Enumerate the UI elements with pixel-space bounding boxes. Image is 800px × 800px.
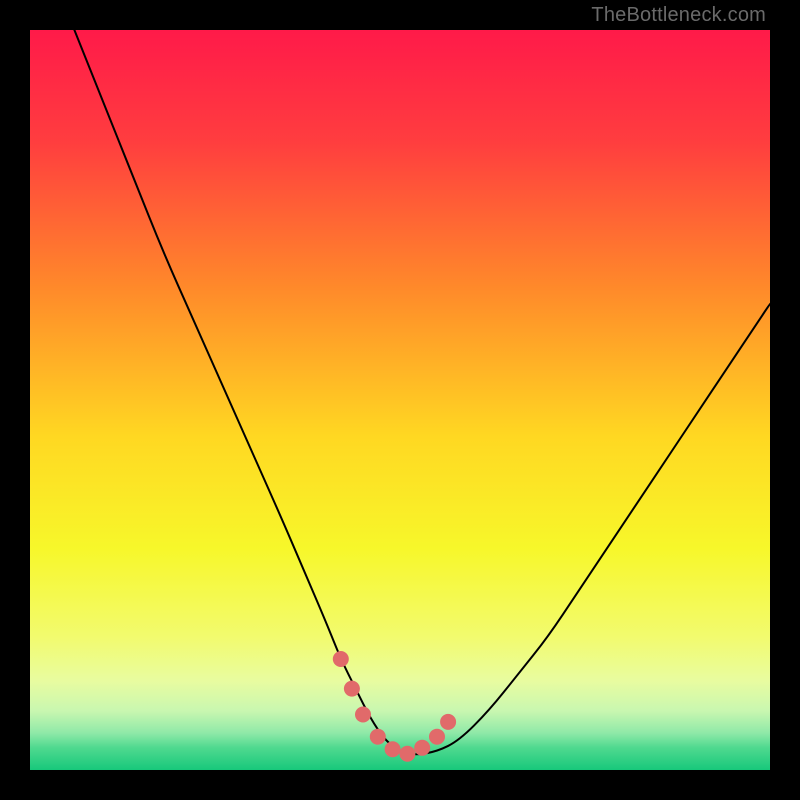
marker-dot [333,651,349,667]
marker-dot [355,707,371,723]
chart-frame: TheBottleneck.com [0,0,800,800]
curve-markers [333,651,456,762]
marker-dot [399,746,415,762]
marker-dot [344,681,360,697]
watermark-text: TheBottleneck.com [591,4,766,27]
marker-dot [385,741,401,757]
marker-dot [370,729,386,745]
marker-dot [414,740,430,756]
plot-area [30,30,770,770]
bottleneck-curve [74,30,770,754]
chart-svg [30,30,770,770]
marker-dot [429,729,445,745]
marker-dot [440,714,456,730]
